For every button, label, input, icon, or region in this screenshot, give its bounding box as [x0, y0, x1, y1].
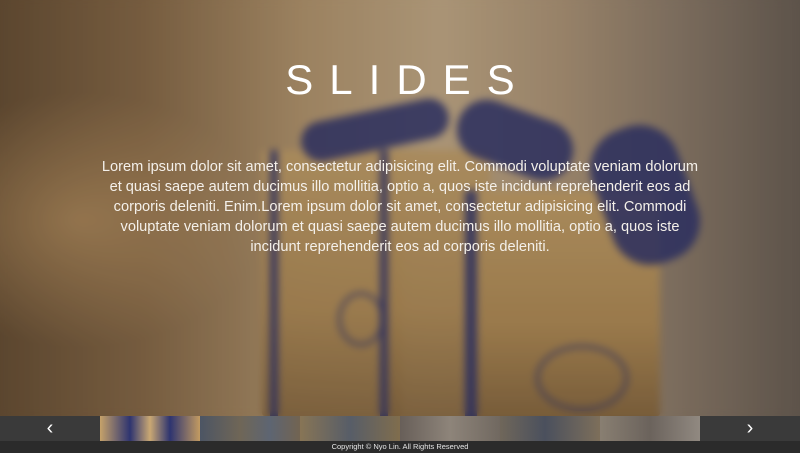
thumbnail-item[interactable]	[100, 416, 200, 441]
hero-slide: SLIDES Lorem ipsum dolor sit amet, conse…	[0, 0, 800, 416]
chevron-right-icon: ›	[746, 417, 754, 439]
thumbnail-item[interactable]	[300, 416, 400, 441]
next-slide-button[interactable]: ›	[700, 416, 800, 441]
thumbnail-list	[100, 416, 700, 441]
thumbnail-item[interactable]	[400, 416, 500, 441]
chevron-left-icon: ‹	[46, 417, 54, 439]
thumbnail-strip: ‹ ›	[0, 416, 800, 441]
prev-slide-button[interactable]: ‹	[0, 416, 100, 441]
thumbnail-item[interactable]	[200, 416, 300, 441]
thumbnail-item[interactable]	[500, 416, 600, 441]
footer-copyright: Copyright © Nyo Lin. All Rights Reserved	[0, 441, 800, 453]
thumbnail-item[interactable]	[600, 416, 700, 441]
slide-title: SLIDES	[285, 56, 531, 103]
slide-description: Lorem ipsum dolor sit amet, consectetur …	[101, 159, 699, 255]
